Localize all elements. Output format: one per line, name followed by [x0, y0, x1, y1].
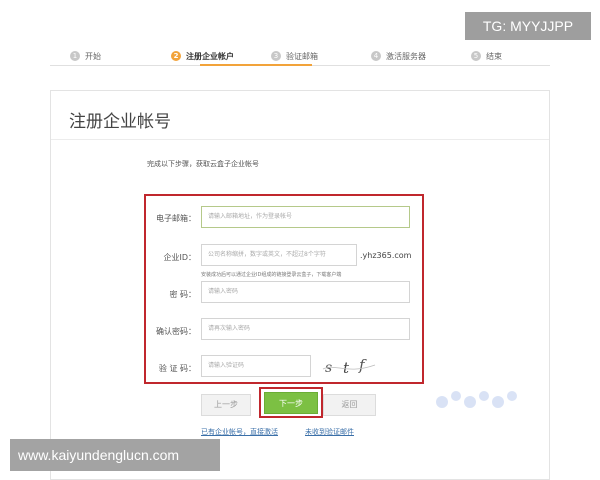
captcha-char: f: [358, 356, 367, 374]
next-step-button[interactable]: 下一步: [264, 392, 318, 414]
step-1: 1 开始: [70, 46, 101, 66]
step-label: 开始: [85, 51, 101, 61]
step-label: 激活服务器: [386, 51, 426, 61]
email-field[interactable]: 请输入邮箱地址，作为登录帐号: [201, 206, 410, 228]
confirm-password-label: 确认密码：: [156, 327, 196, 336]
intro-text: 完成以下步骤，获取云盒子企业帐号: [147, 160, 259, 168]
captcha-char: t: [343, 359, 350, 377]
captcha-field[interactable]: 请输入验证码: [201, 355, 311, 377]
back-button[interactable]: 返回: [323, 394, 376, 416]
step-number: 5: [471, 51, 481, 61]
step-5: 5 结束: [471, 46, 502, 66]
step-number: 3: [271, 51, 281, 61]
password-label: 密 码：: [169, 290, 196, 299]
confirm-password-field[interactable]: 请再次输入密码: [201, 318, 410, 340]
company-id-hint: 安装成功后可以通过企业ID组成的链接登录云盒子，下载客户端: [201, 272, 342, 278]
activate-existing-link[interactable]: 已有企业帐号，直接激活: [201, 427, 278, 437]
company-id-label: 企业ID：: [163, 253, 196, 262]
baidu-watermark-logo: [436, 391, 517, 408]
step-label: 结束: [486, 51, 502, 61]
step-label: 验证邮箱: [286, 51, 318, 61]
step-number: 1: [70, 51, 80, 61]
step-label: 注册企业帐户: [186, 51, 234, 61]
title-divider: [51, 139, 549, 140]
email-label: 电子邮箱：: [156, 214, 196, 223]
step-2: 2 注册企业帐户: [171, 46, 234, 66]
company-domain-suffix: .yhz365.com: [360, 251, 412, 260]
company-id-field[interactable]: 公司名称缩拼，数字或英文，不超过8个字符: [201, 244, 357, 266]
password-field[interactable]: 请输入密码: [201, 281, 410, 303]
tg-overlay-label: TG: MYYJJPP: [465, 12, 591, 40]
captcha-label: 验 证 码：: [158, 364, 196, 373]
step-4: 4 激活服务器: [371, 46, 426, 66]
step-progress-bar: 1 开始 2 注册企业帐户 3 验证邮箱 4 激活服务器 5 结束: [50, 42, 550, 66]
site-overlay-label: www.kaiyundenglucn.com: [10, 439, 220, 471]
step-number: 4: [371, 51, 381, 61]
step-number: 2: [171, 51, 181, 61]
active-step-underline: [200, 64, 312, 66]
resend-email-link[interactable]: 未收到验证邮件: [305, 427, 354, 437]
prev-step-button[interactable]: 上一步: [201, 394, 251, 416]
step-3: 3 验证邮箱: [271, 46, 318, 66]
captcha-image[interactable]: s t f: [321, 355, 377, 377]
page-title: 注册企业帐号: [69, 112, 171, 132]
